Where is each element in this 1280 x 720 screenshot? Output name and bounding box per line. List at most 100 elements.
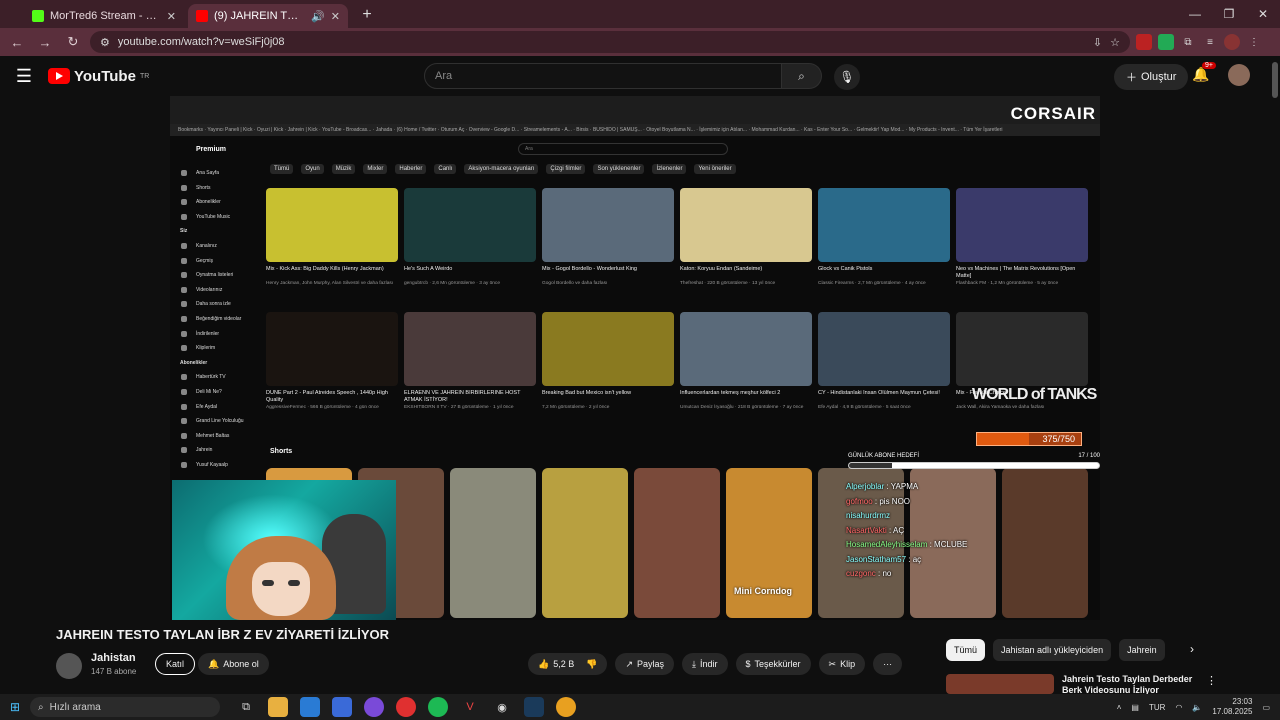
profile-avatar-icon[interactable] [1224,34,1240,50]
download-button[interactable]: ⤓ İndir [682,653,728,675]
back-icon[interactable]: ← [6,31,28,53]
stream-video-card: İnfluencerlardan tekmeş meşhur kölfeci 2… [680,312,812,430]
taskbar-search-label: Hızlı arama [49,701,101,713]
chat-message: gofmoo : pis NOO [846,495,1006,510]
short-caption: Mini Corndog [734,586,792,596]
thumbs-down-icon[interactable]: 👎 [586,659,597,670]
chrome-icon[interactable] [556,697,576,717]
subscribe-button[interactable]: 🔔 Abone ol [198,653,269,675]
stream-chip: Çizgi filmler [546,164,586,174]
stream-chip: Son yüklenenler [593,164,645,174]
windows-start-icon[interactable]: ⊞ [0,700,30,714]
clock[interactable]: 23:03 17.08.2025 [1212,697,1252,717]
network-icon[interactable]: ▤ [1131,703,1139,712]
youtube-play-icon [48,68,70,84]
stream-nav-heading: Abonelikler [180,359,208,366]
create-label: Oluştur [1141,71,1177,83]
language-indicator[interactable]: TUR [1149,703,1165,712]
valorant-icon[interactable]: V [460,697,480,717]
join-button[interactable]: Katıl [155,653,196,675]
browser-toolbar: ← → ↻ ⚙ youtube.com/watch?v=weSiFj0j08 ⇩… [0,28,1280,56]
maximize-icon[interactable]: ❐ [1212,0,1246,28]
obs-icon[interactable]: ◉ [492,697,512,717]
chat-username: HosamedAleyhisselam [846,540,928,549]
stream-video-card: Glock vs Canik Pistols Classic Firearms ·… [818,188,950,306]
extensions-area: ⧉ ≡ ⋮ [1136,34,1262,50]
steam-icon[interactable] [524,697,544,717]
app-icon[interactable] [396,697,416,717]
related-more-icon[interactable]: ⋮ [1206,674,1217,687]
close-tab-icon[interactable]: ✕ [167,10,176,23]
mute-tab-icon[interactable]: 🔊 [311,10,325,23]
stream-video-card: Neo vs Machines | The Matrix Revolutions… [956,188,1088,306]
stream-video-title: Mix - Kick Ass: Big Daddy Kills (Henry J… [266,266,384,272]
site-info-icon[interactable]: ⚙ [100,36,110,49]
microphone-icon[interactable]: 🎙 [834,64,860,90]
share-button[interactable]: ↗ Paylaş [615,653,675,675]
close-window-icon[interactable]: ✕ [1246,0,1280,28]
thanks-button[interactable]: $ Teşekkürler [735,653,811,675]
spotify-icon[interactable] [428,697,448,717]
search-input[interactable]: Ara [424,63,782,89]
stream-chip: Aksiyon-macera oyunları [464,164,539,174]
page-scrollbar[interactable] [1272,62,1278,98]
close-tab-icon[interactable]: ✕ [331,10,340,23]
minimize-icon[interactable]: — [1178,0,1212,28]
clip-button[interactable]: ✂ Klip [818,653,866,675]
corsair-logo: CORSAIR [1010,104,1096,123]
related-chip[interactable]: Jahrein [1119,639,1165,661]
discord-icon[interactable] [364,697,384,717]
youtube-logo[interactable]: YouTube TR [48,68,149,85]
stream-video-card: Mix - Gogol Bordello - Wonderlust King Go… [542,188,674,306]
stream-chip: Mixler [363,164,388,174]
reading-list-icon[interactable]: ≡ [1202,34,1218,50]
chevron-right-icon[interactable]: › [1190,642,1194,656]
create-button[interactable]: ＋ Oluştur [1114,64,1189,90]
channel-name[interactable]: Jahistan [91,652,136,664]
like-button[interactable]: 👍 5,2 B 👎 [528,653,608,675]
chat-separator: : [906,554,913,564]
chevron-up-icon[interactable]: ˄ [1117,703,1122,712]
volume-icon[interactable]: 🔈 [1192,703,1202,712]
notifications-bell-icon[interactable]: 🔔 9+ [1192,62,1216,83]
search-icon[interactable]: ⌕ [782,63,822,89]
channel-avatar[interactable] [56,653,82,679]
window-controls: — ❐ ✕ [1178,0,1280,28]
stream-short-thumbnail [542,468,628,618]
video-player[interactable]: Bookmarks · Yayıncı Paneli | Kick · Oyuz… [170,96,1100,620]
browser-tab-youtube[interactable]: (9) JAHREIN TESTO TAYLAN 🔊 ✕ [188,4,348,28]
wifi-icon[interactable]: ◠ [1175,703,1182,712]
install-icon[interactable]: ⇩ [1093,36,1102,49]
puzzle-icon[interactable]: ⧉ [1180,34,1196,50]
file-explorer-icon[interactable] [268,697,288,717]
menu-dots-icon[interactable]: ⋮ [1246,34,1262,50]
stream-nav-item: Daha sonra izle [178,297,262,312]
related-video-thumbnail[interactable] [946,674,1054,694]
stream-chip: Canlı [434,164,457,174]
store-icon[interactable] [332,697,352,717]
bookmark-star-icon[interactable]: ☆ [1110,36,1120,49]
taskbar-apps: ⧉ V ◉ [236,697,576,717]
account-avatar[interactable] [1228,64,1250,86]
extension-icon[interactable] [1158,34,1174,50]
related-chip[interactable]: Tümü [946,639,986,661]
taskbar-search[interactable]: ⌕ Hızlı arama [30,697,220,717]
edge-icon[interactable] [300,697,320,717]
chat-username: gofmoo [846,496,873,506]
stream-video-meta: Classic Firearms · 2,7 Mn görüntüleme · … [818,281,926,286]
reload-icon[interactable]: ↻ [62,31,84,53]
browser-tab-kick[interactable]: MorTred6 Stream - Kick Dashb ✕ [24,4,184,28]
extension-icon[interactable] [1136,34,1152,50]
related-video-title[interactable]: Jahrein Testo Taylan Derbeder Berk Video… [1062,674,1202,694]
address-bar[interactable]: ⚙ youtube.com/watch?v=weSiFj0j08 ⇩ ☆ [90,31,1130,53]
forward-icon[interactable]: → [34,31,56,53]
more-actions-button[interactable]: ··· [873,653,903,675]
stream-video-title: Breaking Bad but Mexico isn't yellow [542,390,632,396]
hamburger-menu-icon[interactable]: ☰ [0,66,48,87]
stream-short-thumbnail [1002,468,1088,618]
chat-username: nisahurdrmz [846,511,891,520]
notification-center-icon[interactable]: ▭ [1262,703,1270,712]
related-chip[interactable]: Jahistan adlı yükleyiciden [993,639,1112,661]
task-view-icon[interactable]: ⧉ [236,697,256,717]
new-tab-button[interactable]: + [356,4,378,26]
